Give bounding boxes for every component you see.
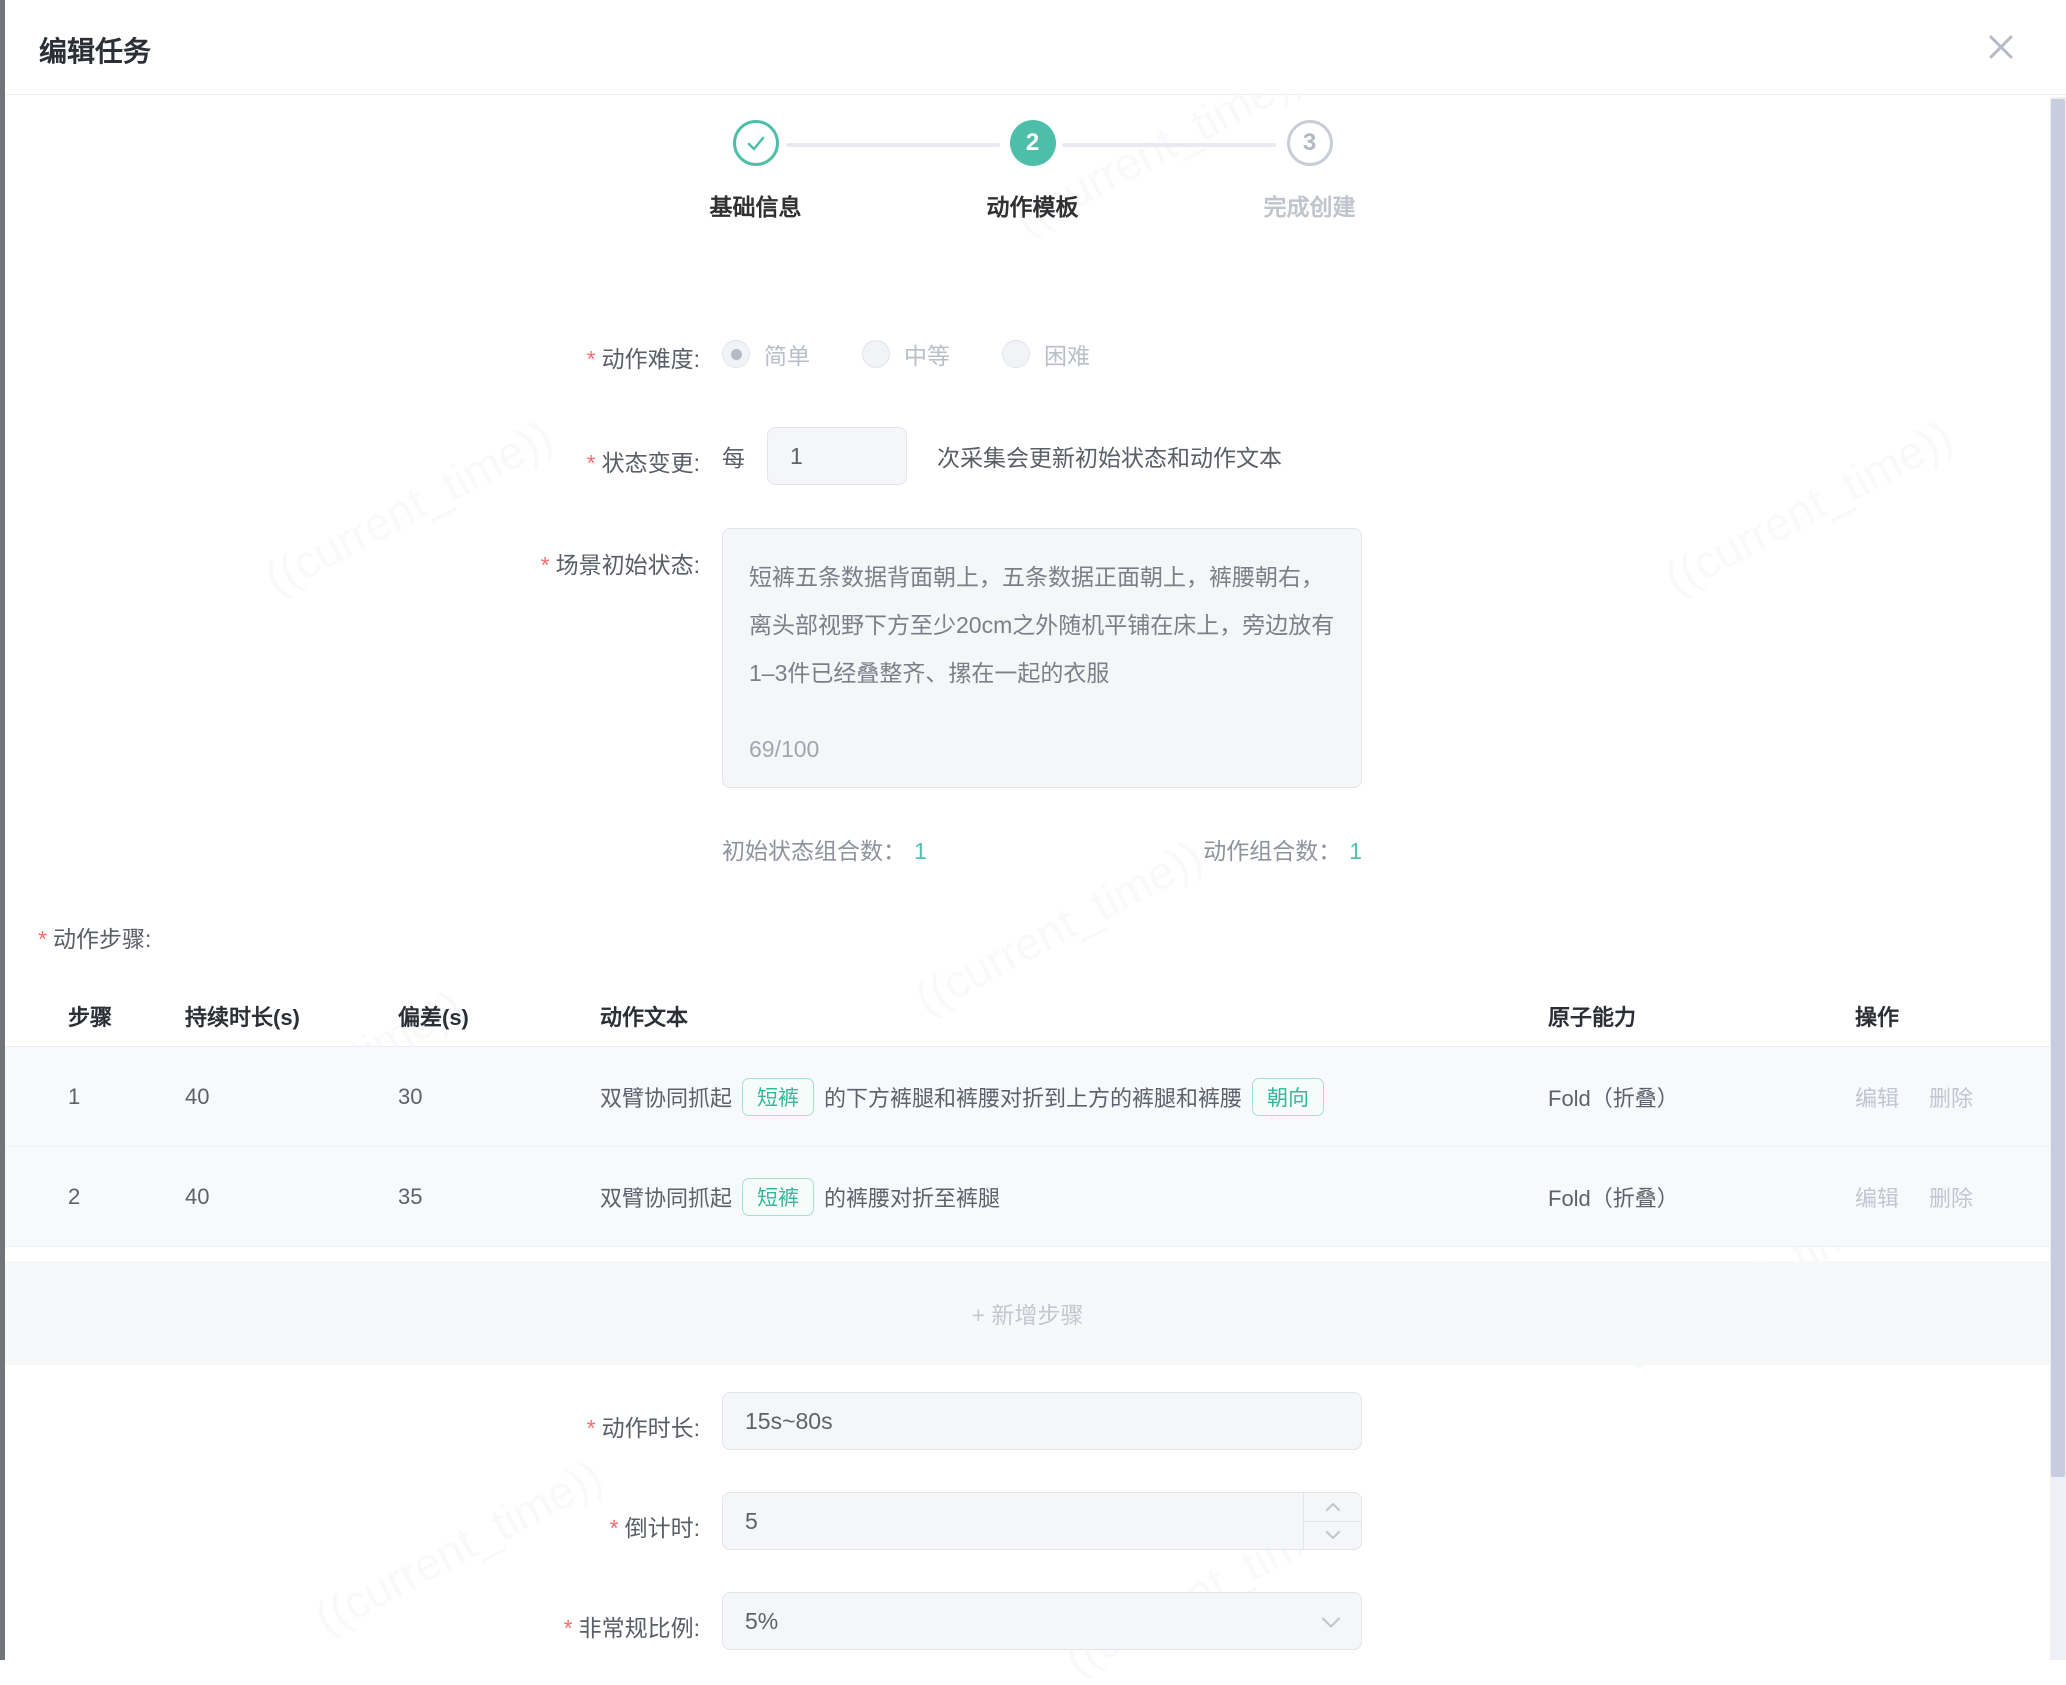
state-change-label: *状态变更: (0, 444, 700, 478)
required-asterisk: * (587, 450, 596, 476)
unusual-ratio-label: *非常规比例: (0, 1609, 700, 1643)
initial-state-combo: 初始状态组合数：1 (722, 832, 927, 866)
radio-selected-icon (722, 340, 750, 368)
col-header-action-text: 动作文本 (600, 1000, 1548, 1032)
col-header-step: 步骤 (68, 1000, 185, 1032)
step-active-circle: 2 (1010, 120, 1056, 166)
select-dropdown-arrow (1321, 1608, 1341, 1635)
scrollbar-thumb[interactable] (2051, 99, 2065, 1477)
duration-input[interactable]: 15s~80s (722, 1392, 1362, 1450)
state-change-input[interactable]: 1 (767, 427, 907, 485)
edit-link[interactable]: 编辑 (1855, 1081, 1899, 1113)
close-button[interactable] (1982, 28, 2020, 66)
cell-ability: Fold（折叠） (1548, 1081, 1855, 1113)
cell-offset: 35 (398, 1184, 600, 1210)
radio-icon (1002, 340, 1030, 368)
state-change-prefix: 每 (722, 439, 745, 473)
step-pending-circle: 3 (1287, 120, 1333, 166)
cell-duration: 40 (185, 1084, 398, 1110)
col-header-operations: 操作 (1855, 1000, 2050, 1032)
combo-counts: 初始状态组合数：1 动作组合数：1 (722, 832, 1362, 866)
countdown-label: *倒计时: (0, 1509, 700, 1543)
object-tag: 短裤 (742, 1178, 814, 1216)
step-done-circle (733, 120, 779, 166)
radio-label: 中等 (904, 337, 950, 371)
step-label: 完成创建 (1171, 188, 1448, 222)
radio-option-easy[interactable]: 简单 (722, 337, 810, 371)
step-label: 动作模板 (894, 188, 1171, 222)
col-header-ability: 原子能力 (1548, 1000, 1855, 1032)
cell-action-text: 双臂协同抓起 短裤 的下方裤腿和裤腰对折到上方的裤腿和裤腰 朝向 (600, 1078, 1548, 1116)
action-combo: 动作组合数：1 (1203, 832, 1362, 866)
close-icon (1986, 32, 2016, 62)
table-header-row: 步骤 持续时长(s) 偏差(s) 动作文本 原子能力 操作 (5, 985, 2050, 1047)
cell-step: 1 (68, 1084, 185, 1110)
required-asterisk: * (610, 1515, 619, 1541)
state-change-row: 每 1 次采集会更新初始状态和动作文本 (722, 427, 1282, 485)
radio-icon (862, 340, 890, 368)
stepper-step-action-template: 2 动作模板 (894, 120, 1171, 222)
cell-step: 2 (68, 1184, 185, 1210)
delete-link[interactable]: 删除 (1929, 1081, 1973, 1113)
difficulty-radio-group: 简单 中等 困难 (722, 332, 1090, 376)
delete-link[interactable]: 删除 (1929, 1181, 1973, 1213)
radio-option-medium[interactable]: 中等 (862, 337, 950, 371)
radio-option-hard[interactable]: 困难 (1002, 337, 1090, 371)
char-counter: 69/100 (749, 725, 819, 773)
difficulty-label: *动作难度: (0, 340, 700, 374)
stepper-step-finish: 3 完成创建 (1171, 120, 1448, 222)
unusual-ratio-value: 5% (745, 1608, 778, 1635)
unusual-ratio-select[interactable]: 5% (722, 1592, 1362, 1650)
cell-operations: 编辑 删除 (1855, 1181, 2050, 1213)
cell-action-text: 双臂协同抓起 短裤 的裤腰对折至裤腿 (600, 1178, 1548, 1216)
action-steps-table: 步骤 持续时长(s) 偏差(s) 动作文本 原子能力 操作 1 40 30 双臂… (5, 985, 2050, 1365)
increase-button[interactable] (1304, 1493, 1361, 1522)
cell-offset: 30 (398, 1084, 600, 1110)
scrollbar-track[interactable] (2050, 97, 2066, 1660)
required-asterisk: * (564, 1615, 573, 1641)
step-label: 基础信息 (617, 188, 894, 222)
initial-state-text: 短裤五条数据背面朝上，五条数据正面朝上，裤腰朝右，离头部视野下方至少20cm之外… (749, 553, 1335, 697)
countdown-value: 5 (745, 1508, 758, 1535)
object-tag: 短裤 (742, 1078, 814, 1116)
action-combo-value: 1 (1349, 838, 1362, 864)
orientation-tag: 朝向 (1252, 1078, 1324, 1116)
radio-label: 困难 (1044, 337, 1090, 371)
countdown-input[interactable]: 5 (722, 1492, 1362, 1550)
table-row: 2 40 35 双臂协同抓起 短裤 的裤腰对折至裤腿 Fold（折叠） 编辑 删… (5, 1147, 2050, 1247)
cell-ability: Fold（折叠） (1548, 1181, 1855, 1213)
add-step-button[interactable]: + 新增步骤 (5, 1261, 2050, 1365)
watermark-text: ((current_time)) (1656, 409, 1961, 605)
edit-link[interactable]: 编辑 (1855, 1181, 1899, 1213)
required-asterisk: * (587, 1415, 596, 1441)
check-icon (744, 131, 768, 155)
required-asterisk: * (38, 926, 47, 952)
stepper-step-basic-info: 基础信息 (617, 120, 894, 222)
duration-label: *动作时长: (0, 1409, 700, 1443)
dialog-header: 编辑任务 (5, 0, 2066, 95)
chevron-down-icon (1321, 1617, 1341, 1629)
chevron-down-icon (1325, 1530, 1341, 1540)
table-row: 1 40 30 双臂协同抓起 短裤 的下方裤腿和裤腰对折到上方的裤腿和裤腰 朝向… (5, 1047, 2050, 1147)
cell-duration: 40 (185, 1184, 398, 1210)
chevron-up-icon (1325, 1502, 1341, 1512)
dialog-title: 编辑任务 (39, 30, 151, 70)
col-header-duration: 持续时长(s) (185, 1000, 398, 1032)
initial-state-label: *场景初始状态: (0, 546, 700, 580)
initial-state-textarea[interactable]: 短裤五条数据背面朝上，五条数据正面朝上，裤腰朝右，离头部视野下方至少20cm之外… (722, 528, 1362, 788)
required-asterisk: * (587, 346, 596, 372)
radio-label: 简单 (764, 337, 810, 371)
number-stepper (1303, 1493, 1361, 1549)
action-steps-label: *动作步骤: (38, 920, 151, 954)
required-asterisk: * (541, 552, 550, 578)
decrease-button[interactable] (1304, 1522, 1361, 1550)
cell-operations: 编辑 删除 (1855, 1081, 2050, 1113)
state-change-suffix: 次采集会更新初始状态和动作文本 (937, 439, 1282, 473)
col-header-offset: 偏差(s) (398, 1000, 600, 1032)
initial-combo-value: 1 (914, 838, 927, 864)
